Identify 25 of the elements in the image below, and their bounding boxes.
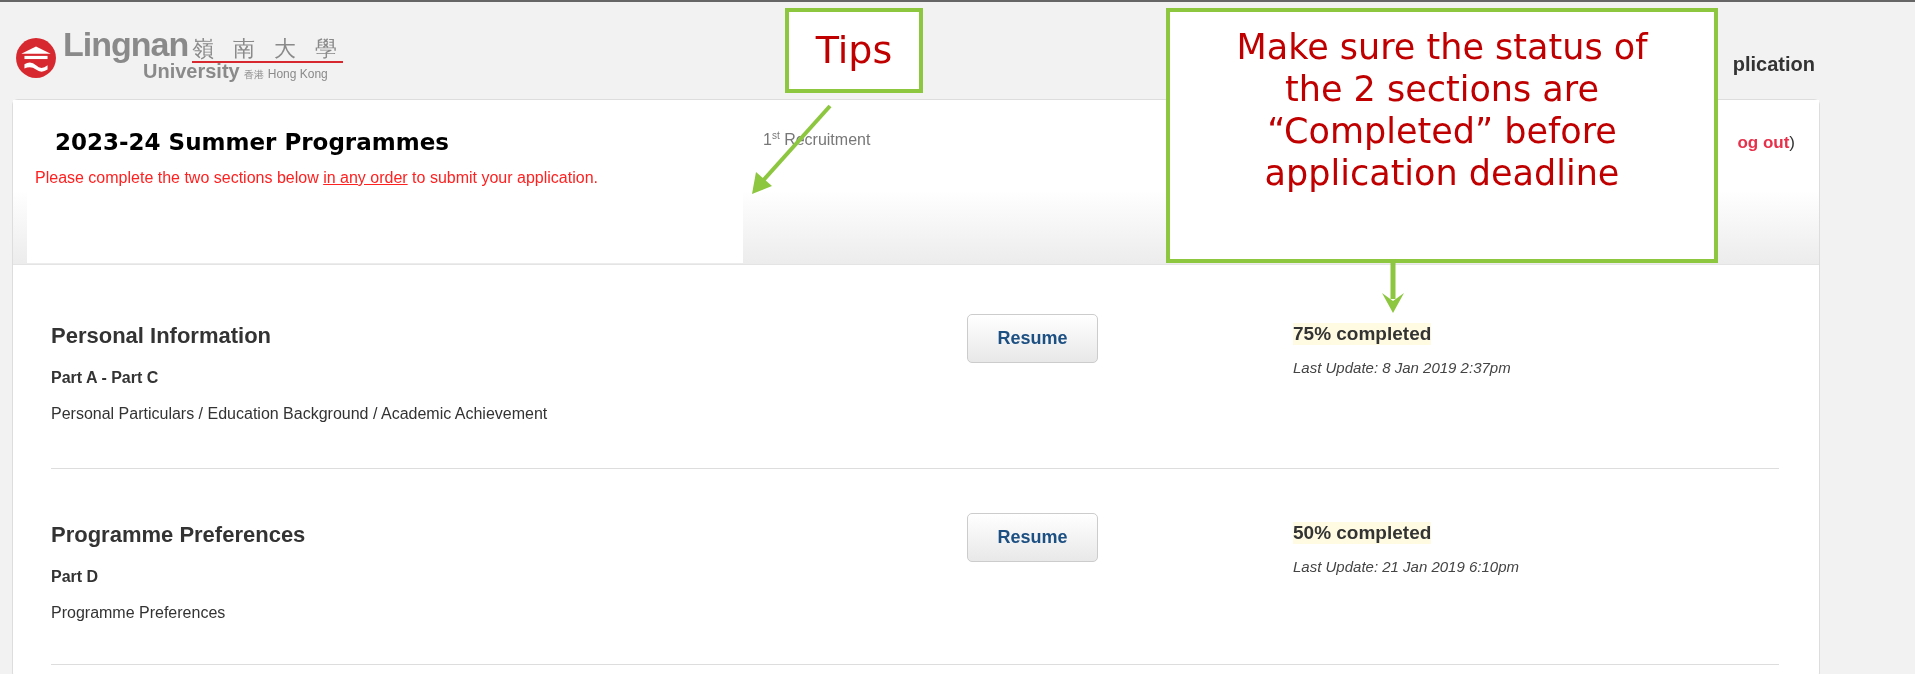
programme-title: 2023-24 Summer Programmes: [55, 129, 450, 155]
logo-location-chinese: 香港: [243, 68, 264, 82]
completion-status: 75% completed: [1293, 323, 1432, 345]
completion-status: 50% completed: [1293, 522, 1432, 544]
section-description: Personal Particulars / Education Background / Academic Achievement: [51, 405, 549, 423]
last-update: Last Update: 8 Jan 2019 2:37pm: [1293, 359, 1511, 376]
resume-button[interactable]: Resume: [967, 314, 1098, 363]
section-title: Personal Information: [51, 323, 273, 349]
section-description: Programme Preferences: [51, 604, 227, 622]
last-update: Last Update: 21 Jan 2019 6:10pm: [1293, 558, 1519, 575]
resume-button[interactable]: Resume: [967, 513, 1098, 562]
instruction-text: Please complete the two sections below in any order to submit your application.: [35, 169, 599, 187]
section-part: Part A - Part C: [51, 369, 160, 387]
page-title: plication: [1732, 53, 1815, 76]
section-part: Part D: [51, 568, 100, 586]
logo-subtitle: University: [143, 60, 240, 82]
logout-link[interactable]: og out: [1737, 133, 1790, 152]
logo-wordmark: Lingnan: [63, 24, 189, 63]
callout-box: Tips: [785, 8, 923, 93]
logo-location: Hong Kong: [267, 66, 328, 83]
section-title: Programme Preferences: [51, 522, 307, 548]
logo-icon: [15, 37, 57, 79]
callout-box: Make sure the status of the 2 sections are “Completed” before application deadline: [1166, 8, 1718, 263]
logo-chinese-name: 嶺 南 大 學: [192, 37, 344, 63]
logout-paren: ): [1789, 133, 1795, 152]
